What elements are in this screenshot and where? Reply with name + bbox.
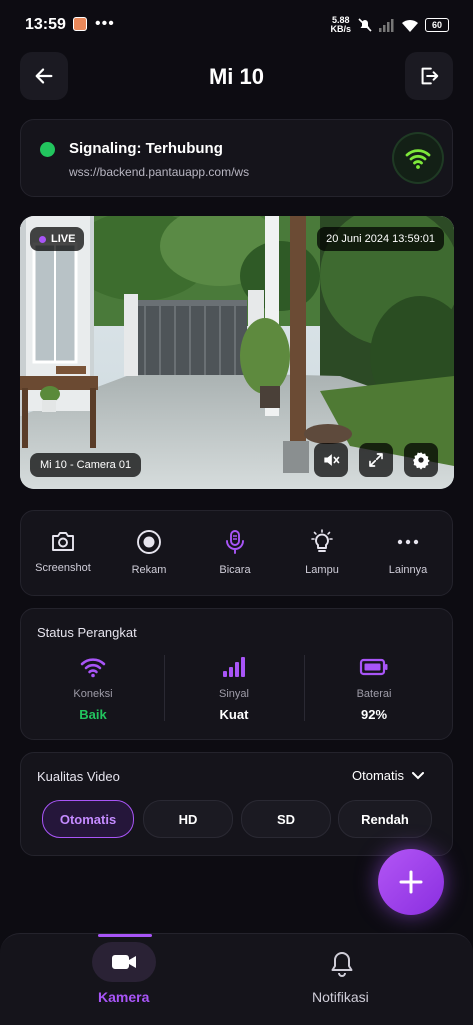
device-status-title: Status Perangkat — [37, 625, 137, 640]
quality-dropdown[interactable]: Otomatis — [352, 768, 424, 783]
record-button[interactable]: Rekam — [106, 529, 192, 576]
more-button[interactable]: Lainnya — [365, 529, 451, 576]
signaling-card: Signaling: Terhubung wss://backend.panta… — [20, 119, 453, 197]
camera-name-label: Mi 10 - Camera 01 — [30, 453, 142, 477]
logout-button[interactable] — [405, 52, 453, 100]
microphone-icon — [226, 530, 244, 554]
chevron-down-icon — [412, 771, 424, 779]
nav-notifications-tab[interactable] — [329, 950, 355, 983]
quality-option-sd[interactable]: SD — [241, 800, 331, 838]
page-title: Mi 10 — [208, 64, 265, 89]
live-badge: LIVE — [30, 227, 85, 251]
nav-camera-tab[interactable] — [92, 942, 156, 982]
live-indicator-dot — [39, 235, 46, 243]
record-icon — [137, 530, 161, 554]
light-button[interactable]: Lampu — [279, 529, 365, 576]
more-icon — [397, 539, 419, 545]
wifi-status-icon — [402, 19, 418, 32]
signaling-status: Signaling: Terhubung — [69, 140, 223, 157]
gear-icon — [413, 452, 430, 470]
network-speed: 5.88 KB/s — [330, 15, 351, 34]
bottom-navigation: Kamera Notifikasi — [0, 933, 473, 1025]
talk-button[interactable]: Bicara — [192, 529, 278, 576]
camera-live-view[interactable]: LIVE 20 Juni 2024 13:59:01 Mi 10 - Camer… — [20, 216, 454, 489]
logout-icon — [421, 67, 439, 85]
nav-camera-label[interactable]: Kamera — [98, 989, 149, 1005]
mute-icon — [358, 18, 372, 32]
battery-stat: Baterai 92% — [310, 656, 438, 722]
mute-button[interactable] — [314, 443, 348, 477]
camera-settings-button[interactable] — [404, 443, 438, 477]
nav-notifications-label[interactable]: Notifikasi — [312, 989, 369, 1005]
quality-option-hd[interactable]: HD — [143, 800, 233, 838]
battery-status-icon: 60 — [425, 18, 449, 32]
video-quality-card: Kualitas Video Otomatis Otomatis HD SD R… — [20, 752, 453, 856]
system-status-bar: 13:59 ••• 5.88 KB/s 60 — [0, 0, 473, 50]
signal-bars-icon — [223, 657, 245, 677]
plus-icon — [399, 870, 423, 894]
divider — [304, 655, 305, 721]
wifi-icon — [80, 658, 106, 678]
app-notification-icon — [73, 17, 87, 31]
lightbulb-icon — [311, 529, 333, 552]
expand-icon — [369, 453, 383, 467]
video-camera-icon — [112, 955, 136, 969]
quality-selected-value: Otomatis — [351, 768, 404, 783]
camera-timestamp: 20 Juni 2024 13:59:01 — [317, 227, 444, 251]
action-bar: Screenshot Rekam Bicara Lampu Lainnya — [20, 510, 453, 596]
battery-icon — [359, 658, 388, 676]
connection-status-dot — [40, 142, 55, 157]
cell-signal-icon — [379, 18, 394, 32]
more-notifications-icon: ••• — [95, 15, 115, 32]
video-quality-title: Kualitas Video — [37, 769, 120, 784]
add-button[interactable] — [378, 849, 444, 915]
clock: 13:59 — [25, 16, 66, 33]
app-header: Mi 10 — [20, 52, 453, 100]
screenshot-button[interactable]: Screenshot — [20, 529, 106, 574]
quality-option-otomatis[interactable]: Otomatis — [42, 800, 134, 838]
device-status-card: Status Perangkat Koneksi Baik Sinyal Kua… — [20, 608, 453, 740]
fullscreen-button[interactable] — [359, 443, 393, 477]
signaling-wifi-badge — [394, 134, 442, 182]
signaling-url: wss://backend.pantauapp.com/ws — [69, 165, 250, 179]
wifi-icon — [405, 149, 431, 169]
divider — [164, 655, 165, 721]
signal-stat: Sinyal Kuat — [170, 656, 298, 722]
bell-icon — [331, 952, 353, 977]
camera-icon — [52, 532, 74, 551]
active-tab-indicator — [98, 934, 152, 937]
speaker-mute-icon — [324, 454, 340, 466]
connection-stat: Koneksi Baik — [29, 656, 157, 722]
quality-option-rendah[interactable]: Rendah — [338, 800, 432, 838]
